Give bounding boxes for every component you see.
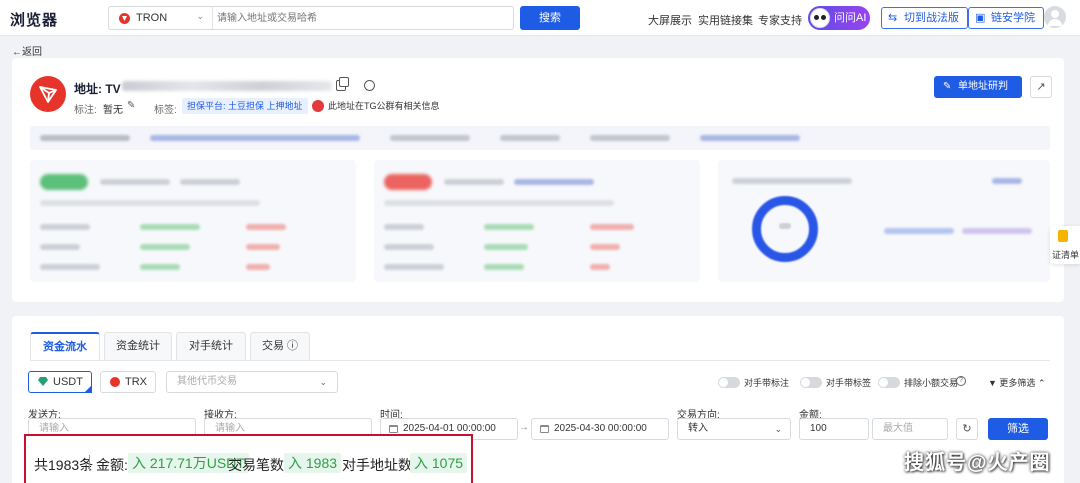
tx-count-label: 交易笔数: — [228, 457, 288, 473]
coin-trx-button[interactable]: TRX — [100, 371, 156, 393]
amount-max-input[interactable]: 最大值 — [872, 418, 948, 440]
tags-label: 标签: — [154, 105, 177, 116]
counterparty-count-label: 对手地址数: — [342, 457, 416, 473]
chain-select[interactable]: TRON ⌄ — [109, 7, 213, 29]
toggle-counterparty-remark[interactable] — [718, 377, 740, 388]
search-input[interactable] — [217, 9, 507, 27]
coin-usdt-button[interactable]: USDT — [28, 371, 92, 393]
app-logo[interactable]: 浏览器 — [10, 9, 58, 30]
analysis-icon: ✎ — [943, 81, 952, 92]
redacted-distribution-panel — [718, 160, 1050, 282]
nav-useful-links[interactable]: 实用链接集 — [698, 12, 753, 28]
address-value-redacted — [122, 81, 332, 91]
arrow-left-icon: ← — [12, 47, 22, 58]
book-icon: ▣ — [975, 12, 986, 24]
search-button[interactable]: 搜索 — [520, 6, 580, 30]
tab-fund-stats[interactable]: 资金统计 — [104, 332, 172, 360]
tg-icon — [312, 100, 324, 112]
copy-icon[interactable] — [336, 77, 349, 91]
ask-ai-label: 问问AI — [834, 12, 867, 24]
selected-corner-icon — [83, 385, 92, 393]
tron-icon — [119, 13, 130, 24]
redacted-info-strip — [30, 126, 1050, 150]
swap-icon: ⇆ — [888, 12, 898, 24]
address-tag[interactable]: 担保平台: 土豆担保 上押地址 — [182, 98, 308, 114]
toggle-exclude-small-label: 排除小额交易 — [904, 378, 959, 388]
address-overview-card: 地址: TV 标注: 暂无 ✎ 标签: 担保平台: 土豆担保 上押地址 此地址在… — [12, 58, 1064, 302]
chevron-down-icon: ⌄ — [319, 377, 327, 387]
summary-divider — [89, 455, 90, 471]
remark-value: 暂无 — [103, 105, 123, 116]
search-box: TRON ⌄ — [108, 6, 514, 30]
chevron-down-icon: ⌄ — [774, 424, 782, 434]
tab-fund-flow[interactable]: 资金流水 — [30, 332, 100, 360]
ask-ai-button[interactable]: 问问AI — [808, 6, 870, 30]
nav-expert-support[interactable]: 专家支持 — [758, 12, 802, 28]
amount-summary-label: 金额: — [96, 457, 128, 473]
help-icon[interactable]: ? — [956, 376, 966, 386]
chain-select-label: TRON — [136, 12, 168, 24]
external-link-icon[interactable]: ↗ — [1030, 76, 1052, 98]
chevron-down-icon: ⌄ — [196, 11, 204, 21]
more-filters-button[interactable]: ▼ 更多筛选 ⌃ — [988, 376, 1045, 389]
switch-version-label: 切到战法版 — [904, 12, 959, 24]
usdt-icon — [38, 377, 48, 386]
clipboard-icon — [1058, 230, 1068, 242]
back-link[interactable]: ←返回 — [12, 43, 42, 58]
edit-icon[interactable]: ✎ — [127, 100, 135, 111]
tron-logo-icon — [30, 76, 66, 112]
help-icon: ⓘ — [287, 340, 299, 352]
evidence-list-label: 证清单 — [1052, 250, 1080, 260]
monitor-icon[interactable] — [364, 80, 375, 91]
single-address-research-button[interactable]: ✎ 单地址研判 — [934, 76, 1022, 98]
back-label: 返回 — [22, 47, 42, 58]
tab-divider — [30, 360, 1050, 361]
tg-info-note[interactable]: 此地址在TG公群有相关信息 — [312, 98, 446, 114]
counterparty-count-value: 入 1075 — [410, 453, 468, 473]
summary-highlight-box: 共1983条 金额: 入 217.71万USDT 交易笔数: 入 1983 对手… — [24, 434, 473, 483]
tab-transactions[interactable]: 交易 ⓘ — [250, 332, 310, 360]
evidence-list-widget[interactable]: 证清单 — [1050, 226, 1080, 264]
direction-select[interactable]: 转入 ⌄ — [677, 418, 791, 440]
academy-label: 链安学院 — [991, 12, 1035, 24]
toggle-counterparty-remark-label: 对手带标注 — [744, 378, 790, 388]
distribution-donut — [752, 196, 818, 262]
tx-count-value: 入 1983 — [284, 453, 342, 473]
total-count: 共1983条 — [34, 457, 94, 473]
toggle-counterparty-tag-label: 对手带标签 — [826, 378, 872, 388]
nav-big-screen[interactable]: 大屏展示 — [648, 12, 692, 28]
watermark: 搜狐号@火产圈 — [904, 452, 1051, 474]
refresh-icon[interactable]: ↻ — [956, 418, 978, 440]
calendar-icon — [389, 425, 398, 433]
amount-min-input[interactable]: 100 — [799, 418, 869, 440]
research-label: 单地址研判 — [958, 81, 1008, 92]
redacted-outflow-panel — [374, 160, 700, 282]
time-end-input[interactable]: 2025-04-30 00:00:00 — [531, 418, 669, 440]
switch-version-button[interactable]: ⇆ 切到战法版 — [881, 7, 968, 29]
redacted-inflow-panel — [30, 160, 356, 282]
user-avatar[interactable] — [1044, 6, 1066, 28]
toggle-exclude-small[interactable] — [878, 377, 900, 388]
trx-icon — [110, 377, 120, 387]
remark-label: 标注: — [74, 105, 97, 116]
academy-button[interactable]: ▣ 链安学院 — [968, 7, 1044, 29]
arrow-right-icon: → — [519, 422, 529, 433]
calendar-icon — [540, 425, 549, 433]
address-label: 地址: TV — [74, 82, 121, 96]
panda-avatar-icon — [810, 8, 830, 28]
top-navigation-bar: 浏览器 TRON ⌄ 搜索 大屏展示 实用链接集 专家支持 问问AI ⇆ 切到战… — [0, 0, 1080, 36]
tab-counterparty-stats[interactable]: 对手统计 — [176, 332, 246, 360]
other-token-select[interactable]: 其他代币交易 ⌄ — [166, 371, 338, 393]
toggle-counterparty-tag[interactable] — [800, 377, 822, 388]
filter-button[interactable]: 筛选 — [988, 418, 1048, 440]
